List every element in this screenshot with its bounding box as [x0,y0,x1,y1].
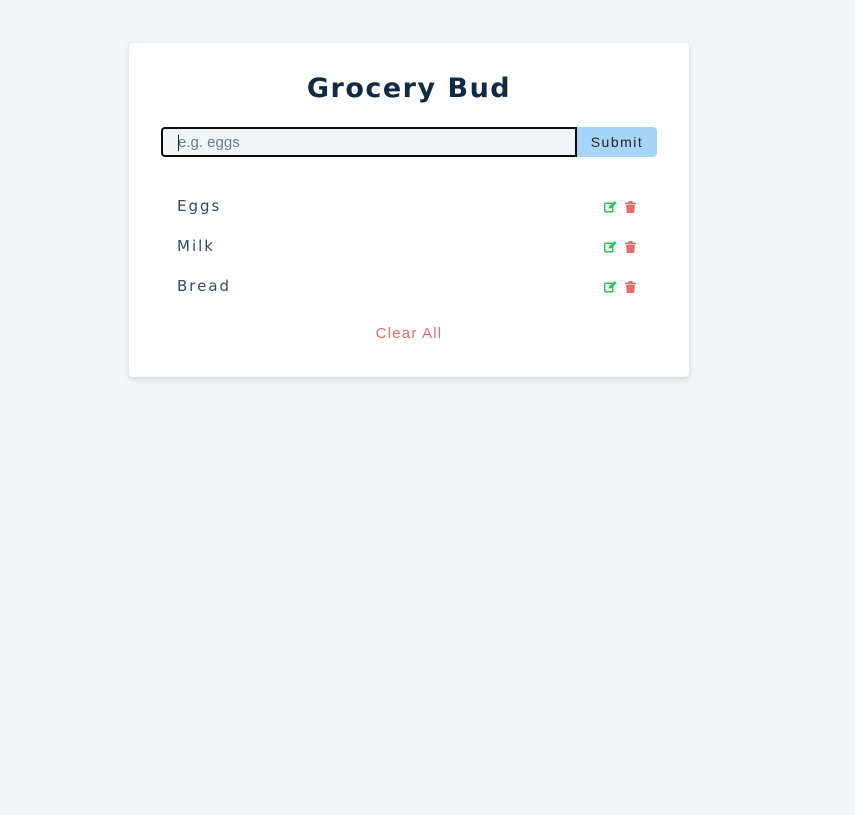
trash-icon[interactable] [624,240,637,253]
item-name: Milk [177,237,215,255]
list-item: Milk [177,233,641,273]
page-title: Grocery Bud [306,73,512,104]
item-name: Eggs [177,197,222,215]
list-item: Eggs [177,193,641,233]
input-placeholder: e.g. eggs [178,133,240,151]
item-name: Bread [177,277,232,295]
edit-icon[interactable] [604,240,617,253]
list-item: Bread [177,273,641,313]
grocery-list: Eggs Milk Bread [177,193,641,313]
edit-icon[interactable] [604,200,617,213]
grocery-input[interactable]: e.g. eggs [161,127,577,157]
item-actions [604,200,637,213]
text-caret [178,135,179,151]
grocery-form: e.g. eggs Submit [161,127,657,157]
clear-all-button[interactable]: Clear All [129,325,689,342]
trash-icon[interactable] [624,280,637,293]
item-actions [604,240,637,253]
grocery-card: Grocery Bud e.g. eggs Submit Eggs Milk B… [129,43,689,377]
edit-icon[interactable] [604,280,617,293]
submit-button[interactable]: Submit [577,127,657,157]
trash-icon[interactable] [624,200,637,213]
item-actions [604,280,637,293]
